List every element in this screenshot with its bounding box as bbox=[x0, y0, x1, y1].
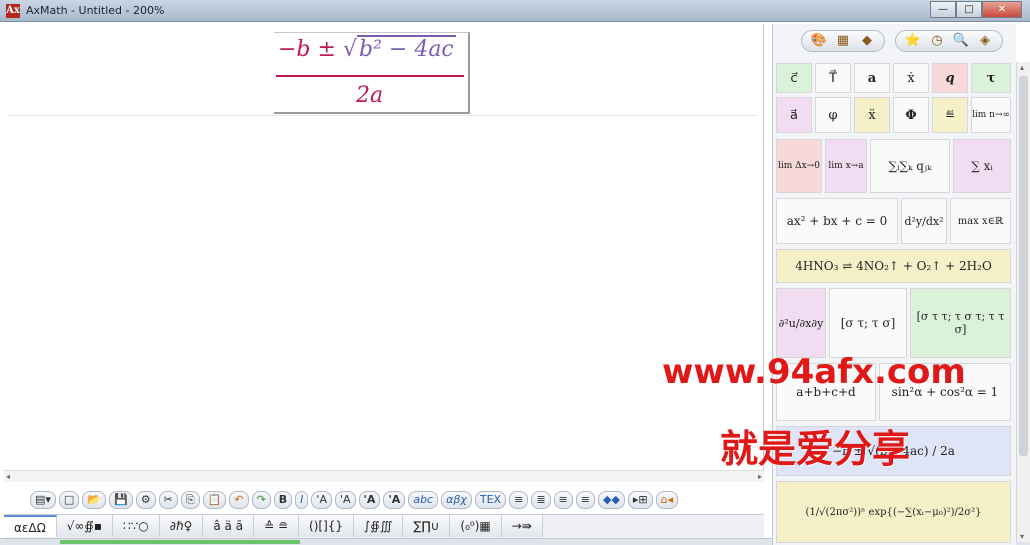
italic-button[interactable]: I bbox=[295, 491, 309, 509]
font-size-1-button[interactable]: 'A bbox=[311, 491, 332, 509]
grid-icon[interactable]: ▦ bbox=[832, 31, 854, 51]
formula-neg-b: −b bbox=[278, 37, 311, 62]
tab-symbols[interactable]: ∂ℏ♀ bbox=[159, 515, 204, 537]
watermark-slogan: 就是爱分享 bbox=[720, 427, 911, 471]
greek-style-button[interactable]: αβχ bbox=[441, 491, 472, 509]
template-partial-derivative[interactable]: ∂²u/∂x∂y bbox=[776, 288, 826, 358]
window-controls: — □ ✕ bbox=[930, 1, 1022, 18]
template-matrix-3x3[interactable]: [σ τ τ; τ σ τ; τ τ σ] bbox=[910, 288, 1011, 358]
font-size-2-button[interactable]: 'A bbox=[334, 491, 356, 509]
template-ddot-x[interactable]: ẍ bbox=[854, 97, 890, 133]
editor-canvas[interactable]: −b ± √b² − 4ac 2a bbox=[4, 24, 764, 480]
template-lim-x-a[interactable]: lim x→a bbox=[825, 139, 867, 193]
template-dot-x[interactable]: ẋ bbox=[893, 63, 929, 93]
undo-button[interactable]: ↶ bbox=[229, 491, 249, 509]
settings-button[interactable]: ⚙ bbox=[135, 491, 156, 509]
window-title: AxMath - Untitled - 200% bbox=[26, 4, 165, 17]
formula-denominator: 2a bbox=[356, 83, 384, 108]
save-button[interactable]: 💾 bbox=[109, 491, 133, 509]
scroll-right-icon[interactable]: ▸ bbox=[758, 472, 762, 481]
line-separator bbox=[8, 115, 758, 116]
quadratic-formula[interactable]: −b ± √b² − 4ac 2a bbox=[274, 32, 470, 114]
template-bold-a[interactable]: a bbox=[854, 63, 890, 93]
formula-sqrt: √ bbox=[342, 37, 357, 62]
sidebar-tab-group-2: ⭐ ◷ 🔍 ◈ bbox=[895, 30, 1003, 52]
title-bar: Ax AxMath - Untitled - 200% — □ ✕ bbox=[0, 0, 1030, 22]
template-bold-q[interactable]: q bbox=[932, 63, 968, 93]
font-size-3-button[interactable]: 'A bbox=[358, 491, 381, 509]
scroll-left-icon[interactable]: ◂ bbox=[6, 472, 10, 481]
palette-icon[interactable]: 🎨 bbox=[808, 31, 830, 51]
tab-dots[interactable]: ∷∵○ bbox=[113, 515, 160, 537]
align-right-button[interactable]: ≡ bbox=[553, 491, 573, 509]
template-sum-xi[interactable]: ∑ xᵢ bbox=[953, 139, 1011, 193]
paste-button[interactable]: 📋 bbox=[202, 491, 227, 509]
tab-brackets[interactable]: ()[]{} bbox=[299, 515, 355, 537]
align-center-button[interactable]: ≣ bbox=[531, 491, 551, 509]
tab-sums[interactable]: ∑∏∪ bbox=[403, 515, 451, 537]
home-button[interactable]: ⌂◂ bbox=[655, 491, 679, 509]
new-file-button[interactable]: □ bbox=[58, 491, 80, 509]
align-justify-button[interactable]: ≡ bbox=[575, 491, 595, 509]
template-gaussian-likelihood[interactable]: (1/√(2πσ²))ⁿ exp{(−∑(xᵢ−μ₀)²)/2σ²} bbox=[776, 481, 1011, 543]
sidebar-scrollbar[interactable]: ▴ ▾ bbox=[1016, 62, 1030, 542]
template-vector-c[interactable]: c⃗ bbox=[776, 63, 812, 93]
diamond-icon[interactable]: ◆ bbox=[856, 31, 878, 51]
formula-plus-minus: ± bbox=[317, 37, 336, 62]
template-capital-phi[interactable]: Φ bbox=[893, 97, 929, 133]
font-size-4-button[interactable]: 'A bbox=[383, 491, 406, 509]
view-menu-button[interactable]: ▤▾ bbox=[30, 491, 56, 509]
template-max[interactable]: max x∈ℝ bbox=[950, 198, 1011, 244]
template-vector-a[interactable]: a⃗ bbox=[776, 97, 812, 133]
tab-integrals[interactable]: ∫∯∭ bbox=[354, 515, 404, 537]
template-second-derivative[interactable]: d²y/dx² bbox=[901, 198, 947, 244]
star-icon[interactable]: ⭐ bbox=[902, 31, 924, 51]
formula-numerator: −b ± √b² − 4ac bbox=[278, 35, 456, 62]
template-lim-dx[interactable]: lim Δx→0 bbox=[776, 139, 822, 193]
app-icon: Ax bbox=[6, 4, 20, 18]
minimize-button[interactable]: — bbox=[930, 1, 956, 18]
template-double-sum[interactable]: ∑ᵢ∑ₖ qⱼₖ bbox=[870, 139, 950, 193]
insert-button[interactable]: ▸⊞ bbox=[627, 491, 653, 509]
sidebar-tab-group-1: 🎨 ▦ ◆ bbox=[801, 30, 885, 52]
redo-button[interactable]: ↷ bbox=[251, 491, 271, 509]
open-file-button[interactable]: 📂 bbox=[82, 491, 107, 509]
layers-icon[interactable]: ◈ bbox=[974, 31, 996, 51]
template-lim-n-inf[interactable]: lim n→∞ bbox=[971, 97, 1011, 133]
history-icon[interactable]: ◷ bbox=[926, 31, 948, 51]
template-def-equals[interactable]: ≝ bbox=[932, 97, 968, 133]
tab-greek[interactable]: αεΔΩ bbox=[4, 515, 57, 537]
template-quadratic-eq[interactable]: ax² + bx + c = 0 bbox=[776, 198, 898, 244]
scrollbar-thumb[interactable] bbox=[1019, 76, 1028, 456]
maximize-button[interactable]: □ bbox=[956, 1, 982, 18]
text-style-button[interactable]: abc bbox=[408, 491, 439, 509]
tab-roots[interactable]: √∞∯▪ bbox=[56, 515, 114, 537]
scroll-down-icon[interactable]: ▾ bbox=[1020, 532, 1024, 541]
template-tau[interactable]: τ bbox=[971, 63, 1011, 93]
format-toolbar: ▤▾ □ 📂 💾 ⚙ ✂ ⎘ 📋 ↶ ↷ B I 'A 'A 'A 'A abc… bbox=[30, 490, 760, 510]
align-left-button[interactable]: ≡ bbox=[509, 491, 529, 509]
watermark-url: www.94afx.com bbox=[662, 352, 966, 392]
horizontal-scrollbar[interactable]: ◂ ▸ bbox=[4, 470, 764, 482]
symbol-tabs: αεΔΩ √∞∯▪ ∷∵○ ∂ℏ♀ â ä ā ≙ ≘ ()[]{} ∫∯∭ ∑… bbox=[4, 514, 764, 538]
tab-arrows[interactable]: →⇛ bbox=[501, 515, 543, 537]
tab-accents[interactable]: â ä ā bbox=[203, 515, 255, 537]
tex-button[interactable]: TEX bbox=[474, 491, 507, 509]
template-matrix-2x2[interactable]: [σ τ; τ σ] bbox=[829, 288, 907, 358]
template-vector-t[interactable]: T⃗ bbox=[815, 63, 851, 93]
bold-button[interactable]: B bbox=[273, 491, 293, 509]
tab-matrices[interactable]: (₀⁰)▦ bbox=[450, 515, 502, 537]
template-phi[interactable]: φ bbox=[815, 97, 851, 133]
fraction-bar bbox=[276, 75, 464, 77]
cut-button[interactable]: ✂ bbox=[158, 491, 178, 509]
status-progress bbox=[60, 540, 300, 544]
close-button[interactable]: ✕ bbox=[982, 1, 1022, 18]
color-button[interactable]: ◆◆ bbox=[597, 491, 625, 509]
formula-radicand: b² − 4ac bbox=[357, 35, 456, 62]
search-icon[interactable]: 🔍 bbox=[950, 31, 972, 51]
tab-relations[interactable]: ≙ ≘ bbox=[254, 515, 300, 537]
template-chemical-equation[interactable]: 4HNO₃ ⇌ 4NO₂↑ + O₂↑ + 2H₂O bbox=[776, 249, 1011, 283]
scroll-up-icon[interactable]: ▴ bbox=[1020, 63, 1024, 72]
copy-button[interactable]: ⎘ bbox=[180, 491, 200, 509]
